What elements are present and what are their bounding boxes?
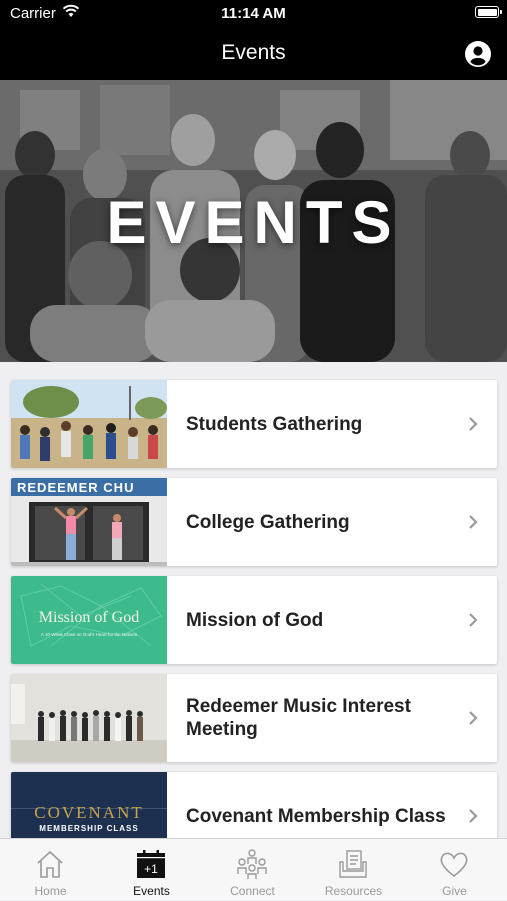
tab-home[interactable]: Home bbox=[0, 839, 101, 901]
event-title: Mission of God bbox=[186, 609, 324, 631]
heart-icon bbox=[440, 852, 468, 878]
battery-icon bbox=[475, 6, 502, 18]
calendar-plus-one-icon: +1 bbox=[137, 850, 165, 878]
chevron-right-icon bbox=[469, 613, 478, 627]
thumbnail-title-text: COVENANT bbox=[34, 803, 144, 822]
event-card-redeemer-music[interactable]: Redeemer Music Interest Meeting bbox=[11, 674, 497, 762]
tab-bar: Home +1 Events Connect Resources Give bbox=[0, 838, 507, 900]
tab-connect[interactable]: Connect bbox=[202, 839, 303, 901]
status-bar: Carrier 11:14 AM bbox=[0, 0, 507, 28]
event-title: Redeemer Music Interest Meeting bbox=[186, 696, 411, 740]
event-thumbnail bbox=[11, 380, 167, 468]
thumbnail-subtitle-text: MEMBERSHIP CLASS bbox=[39, 824, 138, 833]
tab-label: Events bbox=[133, 884, 170, 898]
event-title: College Gathering bbox=[186, 511, 350, 533]
clock: 11:14 AM bbox=[221, 5, 286, 22]
people-group-icon bbox=[237, 849, 267, 879]
event-thumbnail bbox=[11, 674, 167, 762]
page-title: Events bbox=[221, 41, 286, 64]
event-thumbnail: Mission of God A 10-Week Class on God's … bbox=[11, 576, 167, 664]
tab-label: Resources bbox=[324, 884, 383, 898]
tab-events[interactable]: +1 Events bbox=[101, 839, 202, 901]
chevron-right-icon bbox=[469, 417, 478, 431]
event-thumbnail: REDEEMER CHU bbox=[11, 478, 167, 566]
tab-give[interactable]: Give bbox=[404, 839, 505, 901]
tab-label: Connect bbox=[230, 884, 275, 898]
chevron-right-icon bbox=[469, 515, 478, 529]
event-card-students-gathering[interactable]: Students Gathering bbox=[11, 380, 497, 468]
hero-title: EVENTS bbox=[106, 189, 401, 256]
chevron-right-icon bbox=[469, 711, 478, 725]
tab-label: Give bbox=[442, 884, 467, 898]
documents-icon bbox=[339, 850, 367, 878]
thumbnail-subtitle-text: A 10-Week Class on God's Heart for the N… bbox=[41, 632, 138, 637]
tab-resources[interactable]: Resources bbox=[303, 839, 404, 901]
chevron-right-icon bbox=[469, 809, 478, 823]
svg-text:+1: +1 bbox=[144, 862, 158, 876]
hero-banner: EVENTS bbox=[0, 80, 507, 362]
tab-label: Home bbox=[34, 884, 67, 898]
event-title: Students Gathering bbox=[186, 413, 363, 435]
profile-icon[interactable] bbox=[464, 40, 492, 68]
navigation-bar: Events bbox=[0, 28, 507, 80]
event-card-mission-of-god[interactable]: Mission of God A 10-Week Class on God's … bbox=[11, 576, 497, 664]
event-card-college-gathering[interactable]: REDEEMER CHU College Gathering bbox=[11, 478, 497, 566]
thumbnail-sign-text: REDEEMER CHU bbox=[17, 480, 134, 495]
thumbnail-title-text: Mission of God bbox=[39, 609, 139, 626]
house-icon bbox=[37, 850, 63, 878]
